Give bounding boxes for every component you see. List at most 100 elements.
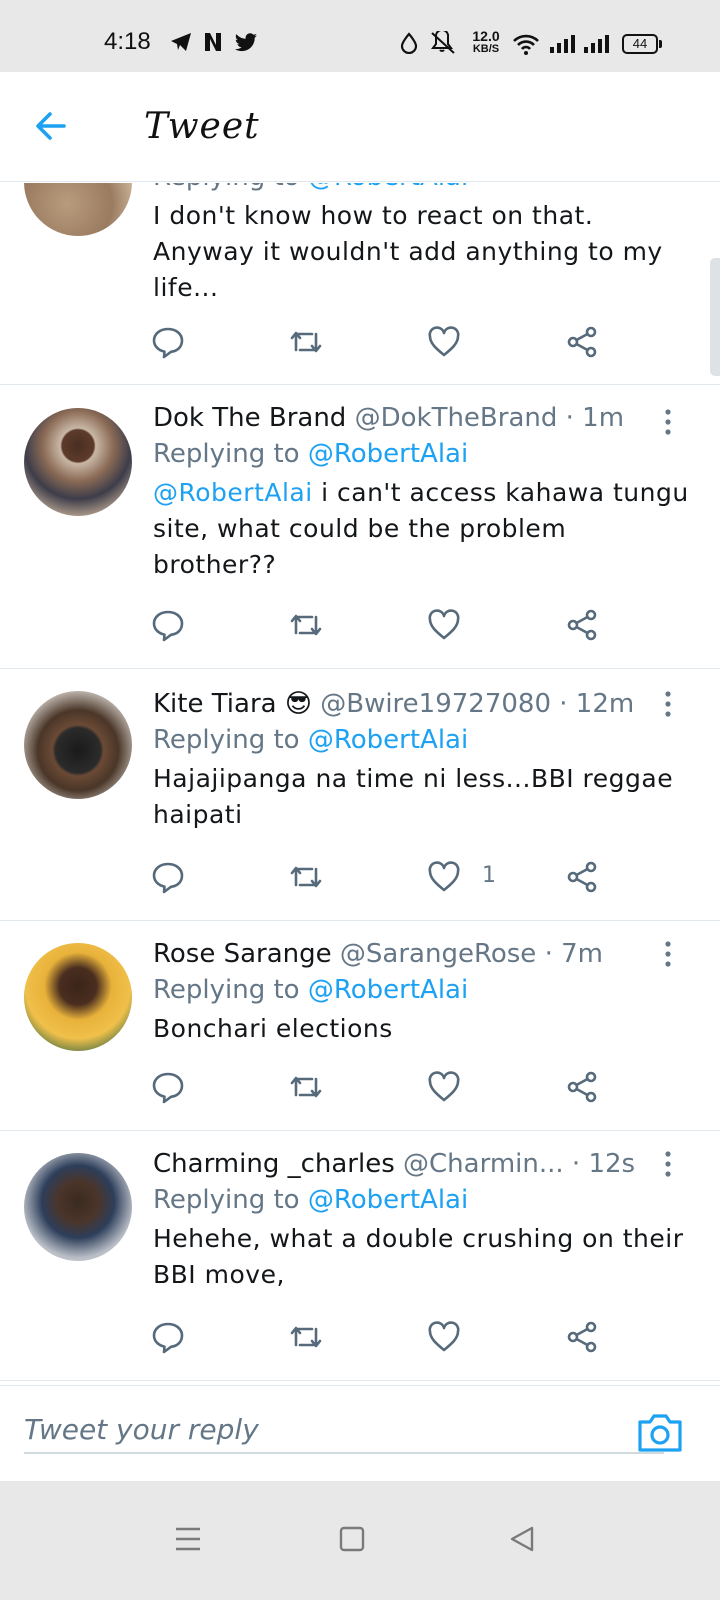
user-handle[interactable]: @Charmin... — [403, 1149, 564, 1179]
retweet-button[interactable] — [288, 1069, 328, 1109]
retweet-icon — [290, 1076, 322, 1098]
avatar[interactable] — [24, 691, 132, 799]
camera-icon — [638, 1414, 682, 1452]
user-handle[interactable]: @SarangeRose — [340, 939, 536, 969]
signal-1-icon — [550, 35, 575, 53]
battery-icon: 44 — [622, 34, 658, 54]
replying-to-link[interactable]: @RobertAlai — [308, 975, 468, 1005]
tweet-body: Hehehe, what a double crushing on their … — [153, 1224, 684, 1289]
replying-prefix: Replying to — [153, 725, 300, 755]
tweet[interactable]: Rose Sarange @SarangeRose · 7m Replying … — [0, 921, 720, 1131]
signal-2-icon — [584, 35, 609, 53]
tweet-text: Bonchari elections — [153, 1011, 690, 1047]
heart-icon — [428, 1071, 460, 1102]
heart-icon — [428, 326, 460, 357]
tweet-actions — [150, 607, 610, 651]
replying-to: Replying to @RobertAlai — [153, 439, 690, 469]
replying-prefix: Replying to — [153, 975, 300, 1005]
avatar[interactable] — [24, 943, 132, 1051]
tweet-actions — [150, 1069, 610, 1113]
share-button[interactable] — [564, 607, 604, 647]
status-bar: 4:18 12.0 KB/S 44 — [0, 0, 720, 72]
tweet-body: Bonchari elections — [153, 1014, 393, 1043]
telegram-icon — [171, 33, 191, 51]
system-nav-bar — [0, 1481, 720, 1600]
retweet-icon — [290, 1326, 322, 1348]
display-name[interactable]: Charming _charles — [153, 1149, 395, 1179]
reply-button[interactable] — [150, 324, 190, 364]
more-options-button[interactable] — [658, 939, 678, 969]
reply-button[interactable] — [150, 1069, 190, 1109]
heart-icon — [428, 861, 460, 892]
retweet-button[interactable] — [288, 1319, 328, 1359]
replying-prefix: Replying to — [153, 439, 300, 469]
menu-button[interactable] — [168, 1519, 208, 1559]
network-speed: 12.0 KB/S — [470, 29, 502, 56]
reply-icon — [152, 1322, 184, 1354]
more-options-button[interactable] — [658, 1149, 678, 1179]
avatar[interactable] — [24, 183, 132, 236]
tweet[interactable]: Charming _charles @Charmin... · 12s Repl… — [0, 1131, 720, 1381]
back-nav-button[interactable] — [502, 1519, 542, 1559]
share-button[interactable] — [564, 324, 604, 364]
tweet[interactable]: Kite Tiara 😎 @Bwire19727080 · 12m Replyi… — [0, 669, 720, 921]
like-button[interactable] — [426, 607, 466, 647]
retweet-button[interactable] — [288, 607, 328, 647]
tweet-body: I don't know how to react on that. Anywa… — [153, 201, 663, 302]
avatar[interactable] — [24, 1153, 132, 1261]
share-icon — [567, 326, 597, 358]
replying-to: Replying to @RobertAlai — [153, 725, 690, 755]
display-name[interactable]: Kite Tiara 😎 — [153, 689, 312, 719]
share-button[interactable] — [564, 859, 604, 899]
retweet-icon — [290, 866, 322, 888]
share-button[interactable] — [564, 1069, 604, 1109]
retweet-icon — [290, 331, 322, 353]
tweet-time: · 1m — [565, 403, 625, 433]
display-name[interactable]: Rose Sarange — [153, 939, 332, 969]
like-button[interactable] — [426, 1319, 466, 1359]
tweet-header: Kite Tiara 😎 @Bwire19727080 · 12m — [153, 689, 690, 719]
replying-to: Replying to @RobertAlai — [153, 975, 690, 1005]
retweet-button[interactable] — [288, 859, 328, 899]
more-vertical-icon — [665, 1151, 671, 1177]
home-button[interactable] — [332, 1519, 372, 1559]
app-bar: Tweet — [0, 72, 720, 182]
reply-button[interactable] — [150, 859, 190, 899]
share-icon — [567, 1071, 597, 1103]
like-button[interactable] — [426, 859, 466, 899]
back-button[interactable] — [28, 104, 80, 148]
more-vertical-icon — [665, 409, 671, 435]
like-button[interactable] — [426, 1069, 466, 1109]
body-mention[interactable]: @RobertAlai — [153, 478, 313, 507]
more-vertical-icon — [665, 691, 671, 717]
replying-to-link[interactable]: @RobertAlai — [308, 439, 468, 469]
tweet[interactable]: Dok The Brand @DokTheBrand · 1m Replying… — [0, 385, 720, 669]
page-title: Tweet — [144, 106, 260, 147]
home-square-icon — [339, 1526, 365, 1552]
user-handle[interactable]: @Bwire19727080 — [320, 689, 551, 719]
reply-button[interactable] — [150, 607, 190, 647]
share-button[interactable] — [564, 1319, 604, 1359]
mute-icon — [431, 31, 455, 54]
reply-button[interactable] — [150, 1319, 190, 1359]
retweet-button[interactable] — [288, 324, 328, 364]
camera-button[interactable] — [636, 1410, 684, 1454]
data-saver-icon — [400, 32, 418, 54]
tweet-actions — [150, 1319, 610, 1363]
tweet-text: I don't know how to react on that. Anywa… — [153, 198, 690, 306]
display-name[interactable]: Dok The Brand — [153, 403, 346, 433]
tweet[interactable]: Replying to @RobertAlai I don't know how… — [0, 183, 720, 385]
battery-tip — [659, 40, 662, 48]
more-options-button[interactable] — [658, 689, 678, 719]
avatar[interactable] — [24, 408, 132, 516]
replying-to-link[interactable]: @RobertAlai — [308, 183, 468, 192]
more-options-button[interactable] — [658, 407, 678, 437]
replying-to-link[interactable]: @RobertAlai — [308, 1185, 468, 1215]
replying-to-link[interactable]: @RobertAlai — [308, 725, 468, 755]
tweet-text: Hehehe, what a double crushing on their … — [153, 1221, 690, 1293]
retweet-icon — [290, 614, 322, 636]
reply-input[interactable] — [24, 1406, 664, 1454]
user-handle[interactable]: @DokTheBrand — [355, 403, 558, 433]
tweet-text: Hajajipanga na time ni less...BBI reggae… — [153, 761, 690, 833]
like-button[interactable] — [426, 324, 466, 364]
